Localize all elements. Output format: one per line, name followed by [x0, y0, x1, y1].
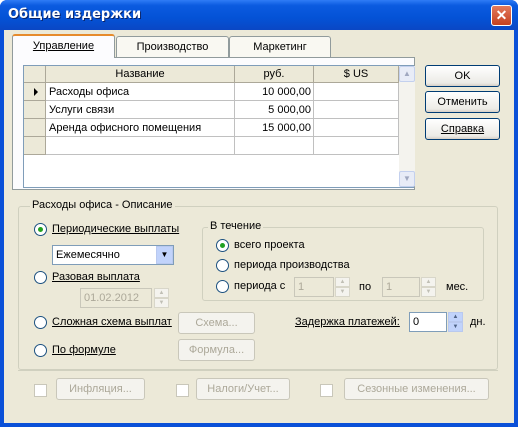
formula-radio[interactable] — [34, 344, 47, 357]
periodic-label: Периодические выплаты — [52, 223, 179, 235]
chevron-down-icon: ▼ — [403, 174, 411, 183]
delay-label: Задержка платежей: — [295, 316, 400, 328]
cell-usd[interactable] — [314, 83, 399, 101]
spin-up-icon[interactable]: ▲ — [448, 312, 463, 322]
periodic-radio[interactable] — [34, 223, 47, 236]
tab-marketing[interactable]: Маркетинг — [229, 36, 331, 58]
period-select[interactable]: Ежемесячно ▼ — [52, 245, 174, 265]
formula-label-text: По формуле — [52, 344, 116, 356]
during-group-title: В течение — [208, 220, 264, 232]
scroll-up-button[interactable]: ▲ — [399, 66, 415, 82]
row-header-corner — [24, 66, 46, 83]
taxes-button[interactable]: Налоги/Учет... — [196, 378, 290, 400]
delay-field[interactable]: 0 — [409, 312, 447, 332]
close-icon: ✕ — [495, 7, 508, 23]
cell-rub[interactable]: 5 000,00 — [235, 101, 314, 119]
whole-project-radio[interactable] — [216, 239, 229, 252]
single-label: Разовая выплата — [52, 271, 140, 283]
spin-down-icon[interactable]: ▼ — [335, 287, 350, 297]
row-indicator — [24, 137, 46, 155]
period-to-field[interactable]: 1 — [382, 277, 420, 297]
inflation-checkbox[interactable] — [34, 384, 47, 397]
spin-down-icon[interactable]: ▼ — [421, 287, 436, 297]
row-pointer-icon — [34, 88, 38, 96]
period-from-field[interactable]: 1 — [294, 277, 334, 297]
production-period-label: периода производства — [234, 259, 350, 271]
help-button[interactable]: Справка — [425, 118, 500, 140]
inflation-button[interactable]: Инфляция... — [56, 378, 145, 400]
single-label-text: Разовая выплата — [52, 271, 140, 283]
cell-name[interactable]: Услуги связи — [46, 101, 235, 119]
cell-usd[interactable] — [314, 119, 399, 137]
complex-label-text: Сложная схема выплат — [52, 316, 172, 328]
custom-period-label: периода с — [234, 280, 286, 292]
period-from-spinner[interactable]: ▲ ▼ — [335, 277, 350, 297]
delay-label-text: Задержка платежей: — [295, 316, 400, 328]
delay-unit: дн. — [470, 316, 486, 328]
tab-production[interactable]: Производство — [116, 36, 229, 58]
single-date-field[interactable]: 01.02.2012 — [80, 288, 152, 308]
date-spinner[interactable]: ▲ ▼ — [154, 288, 169, 308]
cell-name[interactable] — [46, 137, 235, 155]
spin-down-icon[interactable]: ▼ — [448, 322, 463, 332]
period-to-spinner[interactable]: ▲ ▼ — [421, 277, 436, 297]
seasonal-button[interactable]: Сезонные изменения... — [344, 378, 489, 400]
cell-rub[interactable]: 15 000,00 — [235, 119, 314, 137]
complex-radio[interactable] — [34, 316, 47, 329]
tab-label: Маркетинг — [253, 41, 307, 53]
custom-period-radio[interactable] — [216, 280, 229, 293]
spin-up-icon[interactable]: ▲ — [335, 277, 350, 287]
column-header-usd[interactable]: $ US — [314, 66, 399, 83]
column-header-rub[interactable]: руб. — [235, 66, 314, 83]
spin-down-icon[interactable]: ▼ — [154, 298, 169, 308]
row-indicator — [24, 101, 46, 119]
expenses-table[interactable]: Название руб. $ US Расходы офиса 10 000,… — [23, 65, 415, 188]
table-vertical-scrollbar[interactable]: ▲ ▼ — [399, 66, 415, 187]
chevron-down-icon[interactable]: ▼ — [156, 246, 173, 264]
row-indicator — [24, 83, 46, 101]
separator — [18, 370, 498, 371]
cell-name[interactable]: Расходы офиса — [46, 83, 235, 101]
tab-management[interactable]: Управление — [12, 34, 115, 58]
tab-label: Управление — [32, 40, 95, 52]
cell-usd[interactable] — [314, 137, 399, 155]
row-indicator — [24, 119, 46, 137]
cell-usd[interactable] — [314, 101, 399, 119]
ok-button[interactable]: OK — [425, 65, 500, 87]
whole-project-label: всего проекта — [234, 239, 305, 251]
cell-rub[interactable] — [235, 137, 314, 155]
periodic-label-text: Периодические выплаты — [52, 223, 180, 235]
column-header-name[interactable]: Название — [46, 66, 235, 83]
dialog-window: Общие издержки ✕ Управление Производство… — [0, 0, 518, 427]
taxes-checkbox[interactable] — [176, 384, 189, 397]
title-bar[interactable]: Общие издержки ✕ — [0, 0, 518, 30]
tab-label: Производство — [136, 41, 209, 53]
scheme-button[interactable]: Схема... — [178, 312, 255, 334]
help-button-label: Справка — [440, 123, 485, 135]
cell-rub[interactable]: 10 000,00 — [235, 83, 314, 101]
spin-up-icon[interactable]: ▲ — [421, 277, 436, 287]
spin-up-icon[interactable]: ▲ — [154, 288, 169, 298]
seasonal-checkbox[interactable] — [320, 384, 333, 397]
single-radio[interactable] — [34, 271, 47, 284]
chevron-up-icon: ▲ — [403, 69, 411, 78]
cancel-button[interactable]: Отменить — [425, 91, 500, 113]
window-title: Общие издержки — [8, 7, 142, 22]
period-select-value: Ежемесячно — [56, 249, 120, 261]
period-to-label: по — [359, 281, 372, 293]
formula-button[interactable]: Формула... — [178, 339, 255, 361]
delay-spinner[interactable]: ▲ ▼ — [448, 312, 463, 332]
formula-label: По формуле — [52, 344, 116, 356]
cell-name[interactable]: Аренда офисного помещения — [46, 119, 235, 137]
close-button[interactable]: ✕ — [491, 5, 512, 26]
months-label: мес. — [446, 281, 469, 293]
production-period-radio[interactable] — [216, 259, 229, 272]
scroll-down-button[interactable]: ▼ — [399, 171, 415, 187]
description-group-title: Расходы офиса - Описание — [30, 199, 175, 211]
complex-label: Сложная схема выплат — [52, 316, 172, 328]
